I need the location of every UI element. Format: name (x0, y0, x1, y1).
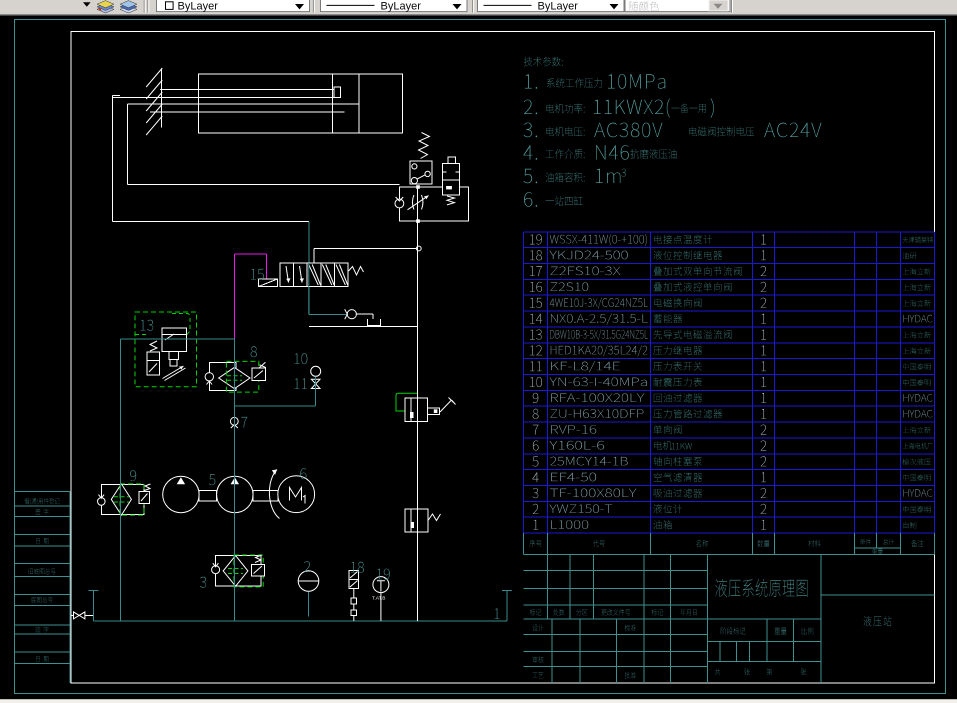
svg-text:T.AT.B: T.AT.B (372, 596, 386, 602)
svg-text:ByLayer: ByLayer (178, 1, 219, 13)
svg-text:ByLayer: ByLayer (381, 1, 422, 13)
svg-text:ByLayer: ByLayer (538, 1, 579, 13)
